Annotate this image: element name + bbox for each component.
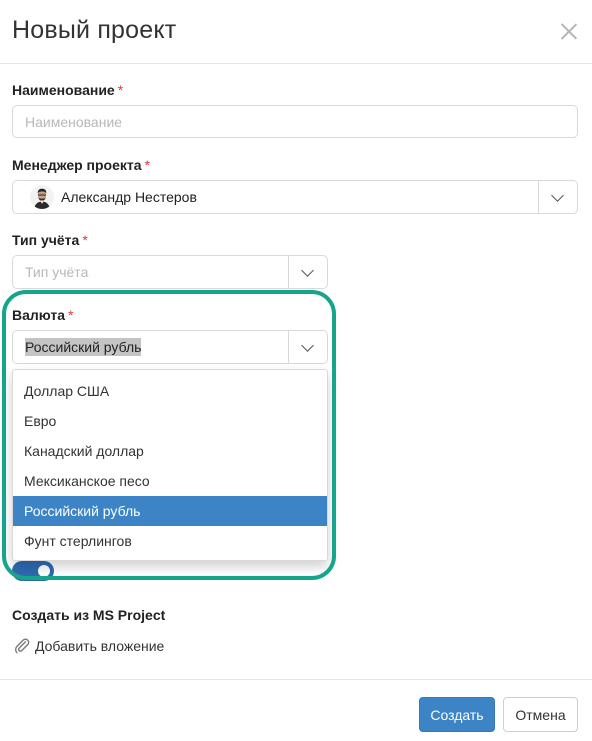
- create-button[interactable]: Создать: [419, 697, 495, 732]
- add-attachment-link[interactable]: Добавить вложение: [13, 637, 164, 655]
- manager-label-text: Менеджер проекта: [12, 157, 142, 173]
- currency-option[interactable]: Канадский доллар: [13, 436, 327, 466]
- manager-select[interactable]: Александр Нестеров: [12, 180, 578, 214]
- accounting-type-dropdown-toggle[interactable]: [288, 256, 327, 288]
- currency-option[interactable]: Доллар США: [13, 376, 327, 406]
- close-icon[interactable]: [558, 20, 580, 42]
- currency-label-text: Валюта: [12, 307, 66, 323]
- currency-select[interactable]: Российский рубль: [12, 330, 328, 364]
- chevron-down-icon: [301, 264, 314, 277]
- accounting-type-placeholder: Тип учёта: [25, 264, 89, 280]
- ms-project-label: Создать из MS Project: [12, 607, 166, 623]
- currency-option[interactable]: Российский рубль: [13, 496, 327, 526]
- name-field[interactable]: [12, 105, 578, 138]
- dialog-header: Новый проект: [0, 0, 592, 64]
- accounting-type-select[interactable]: Тип учёта: [12, 255, 328, 289]
- cancel-button[interactable]: Отмена: [503, 697, 578, 732]
- paperclip-icon: [14, 638, 30, 654]
- currency-value-text: Российский рубль: [25, 338, 142, 356]
- currency-dropdown-toggle[interactable]: [288, 331, 327, 363]
- currency-option[interactable]: Евро: [13, 406, 327, 436]
- name-label-text: Наименование: [12, 82, 115, 98]
- avatar: [30, 185, 54, 209]
- toggle-switch[interactable]: [12, 561, 54, 581]
- manager-label: Менеджер проекта *: [12, 157, 150, 173]
- footer-divider: [0, 679, 592, 680]
- name-input[interactable]: [13, 106, 577, 137]
- dialog-title: Новый проект: [12, 16, 177, 44]
- chevron-down-icon: [301, 339, 314, 352]
- name-label: Наименование *: [12, 82, 123, 98]
- manager-dropdown-toggle[interactable]: [538, 181, 577, 213]
- manager-value: Александр Нестеров: [61, 189, 197, 205]
- required-mark: *: [117, 82, 124, 98]
- currency-option[interactable]: Мексиканское песо: [13, 466, 327, 496]
- currency-label: Валюта *: [12, 307, 74, 323]
- currency-value: Российский рубль: [25, 331, 142, 363]
- currency-dropdown-menu: Доллар США Евро Канадский доллар Мексиканск…: [12, 369, 328, 561]
- accounting-type-label-text: Тип учёта: [12, 232, 80, 248]
- chevron-down-icon: [551, 189, 564, 202]
- add-attachment-label: Добавить вложение: [35, 638, 165, 654]
- toggle-knob: [36, 563, 52, 579]
- accounting-type-label: Тип учёта *: [12, 232, 88, 248]
- required-mark: *: [68, 307, 74, 323]
- required-mark: *: [82, 232, 88, 248]
- currency-option[interactable]: Фунт стерлингов: [13, 526, 327, 556]
- required-mark: *: [144, 157, 150, 173]
